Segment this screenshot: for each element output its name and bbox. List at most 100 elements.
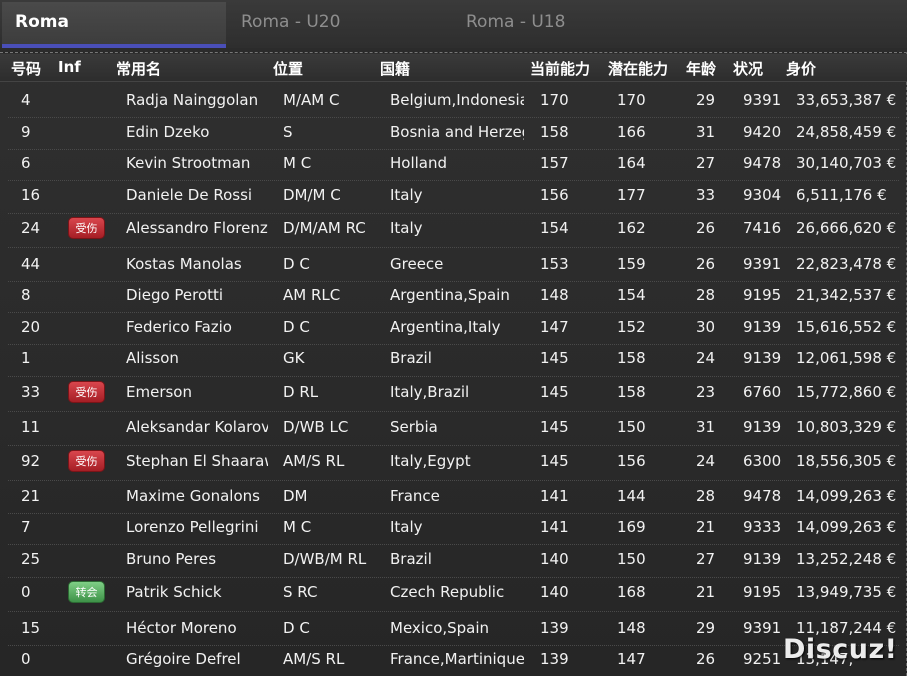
table-row[interactable]: 4 Radja Nainggolan M/AM C Belgium,Indonesia… [0, 91, 907, 115]
player-nationality: Italy [390, 518, 423, 536]
player-number: 21 [21, 487, 41, 505]
player-nationality: Brazil [390, 349, 432, 367]
table-row[interactable]: 24 Alessandro Florenzi D/M/AM RC Italy 154 16… [0, 217, 907, 243]
table-row[interactable]: 21 Maxime Gonalons DM France 141 144 28 9478 14,… [0, 487, 907, 511]
player-position: M C [283, 518, 312, 536]
player-nationality: Serbia [390, 418, 438, 436]
row-divider [8, 149, 899, 150]
column-header-inf[interactable]: Inf [58, 58, 81, 76]
player-nationality: Argentina,Spain [390, 286, 510, 304]
player-age: 33 [696, 186, 716, 204]
player-number: 16 [21, 186, 41, 204]
player-age: 21 [696, 518, 716, 536]
player-age: 23 [696, 383, 716, 401]
player-name: Edin Dzeko [126, 123, 210, 141]
player-number: 15 [21, 619, 41, 637]
column-header-potential-ability[interactable]: 潜在能力 [608, 58, 668, 79]
column-header-position[interactable]: 位置 [273, 58, 303, 79]
player-potential-ability: 150 [617, 550, 646, 568]
table-row[interactable]: 1 Alisson GK Brazil 145 158 24 9139 12,061,598 € [0, 349, 907, 373]
player-age: 21 [696, 583, 716, 601]
row-divider [8, 344, 899, 345]
player-age: 29 [696, 619, 716, 637]
player-position: M/AM C [283, 91, 340, 109]
player-position: AM/S RL [283, 452, 345, 470]
table-row[interactable]: 16 Daniele De Rossi DM/M C Italy 156 177 33 930… [0, 186, 907, 210]
player-age: 28 [696, 286, 716, 304]
table-row[interactable]: 9 Edin Dzeko S Bosnia and Herzeg 158 166 31 942… [0, 123, 907, 147]
player-nationality: Belgium,Indonesia [390, 91, 524, 109]
table-row[interactable]: 8 Diego Perotti AM RLC Argentina,Spain 148 15… [0, 286, 907, 310]
column-header-nationality[interactable]: 国籍 [380, 58, 410, 79]
player-age: 28 [696, 487, 716, 505]
tab-roma-u18[interactable]: Roma - U18 [466, 2, 565, 48]
column-header-age[interactable]: 年龄 [686, 58, 716, 79]
player-position: S RC [283, 583, 318, 601]
column-header-number[interactable]: 号码 [11, 58, 41, 79]
player-value: 14,099,263 € [796, 487, 897, 505]
table-row[interactable]: 25 Bruno Peres D/WB/M RL Brazil 140 150 27 9139… [0, 550, 907, 574]
player-potential-ability: 169 [617, 518, 646, 536]
player-position: DM/M C [283, 186, 341, 204]
injury-badge: 受伤 [68, 217, 105, 239]
player-value: 12,061,598 € [796, 349, 897, 367]
player-position: D C [283, 318, 310, 336]
player-number: 8 [21, 286, 31, 304]
player-condition: 9391 [743, 91, 782, 109]
player-position: M C [283, 154, 312, 172]
table-row[interactable]: 6 Kevin Strootman M C Holland 157 164 27 9478 30… [0, 154, 907, 178]
player-condition: 9478 [743, 487, 782, 505]
player-current-ability: 141 [540, 487, 569, 505]
player-current-ability: 140 [540, 583, 569, 601]
column-header-condition[interactable]: 状况 [733, 58, 763, 79]
player-potential-ability: 158 [617, 383, 646, 401]
player-value: 10,803,329 € [796, 418, 897, 436]
player-number: 7 [21, 518, 31, 536]
player-nationality: France,Martinique [390, 650, 524, 668]
player-condition: 9304 [743, 186, 782, 204]
player-potential-ability: 159 [617, 255, 646, 273]
player-potential-ability: 164 [617, 154, 646, 172]
player-nationality: Brazil [390, 550, 432, 568]
player-value: 6,511,176 € [796, 186, 887, 204]
row-divider [8, 411, 899, 412]
player-value: 18,556,305 € [796, 452, 897, 470]
player-name: Lorenzo Pellegrini [126, 518, 259, 536]
player-value: 21,342,537 € [796, 286, 897, 304]
tab-roma[interactable]: Roma [2, 2, 226, 48]
player-current-ability: 157 [540, 154, 569, 172]
player-number: 11 [21, 418, 41, 436]
table-row[interactable]: 11 Aleksandar Kolarov D/WB LC Serbia 145 150 3… [0, 418, 907, 442]
table-row[interactable]: 15 Héctor Moreno D C Mexico,Spain 139 148 29 93… [0, 619, 907, 643]
column-header-value[interactable]: 身价 [786, 58, 816, 79]
player-nationality: Czech Republic [390, 583, 505, 601]
player-current-ability: 139 [540, 619, 569, 637]
player-number: 24 [21, 219, 41, 237]
player-condition: 9195 [743, 583, 782, 601]
row-divider [8, 281, 899, 282]
player-position: S [283, 123, 293, 141]
player-potential-ability: 144 [617, 487, 646, 505]
player-name: Kostas Manolas [126, 255, 242, 273]
player-number: 6 [21, 154, 31, 172]
player-current-ability: 145 [540, 418, 569, 436]
table-row[interactable]: 92 Stephan El Shaaraw AM/S RL Italy,Egypt 14… [0, 450, 907, 476]
player-potential-ability: 148 [617, 619, 646, 637]
table-row[interactable]: 20 Federico Fazio D C Argentina,Italy 147 152… [0, 318, 907, 342]
table-row[interactable]: 33 Emerson D RL Italy,Brazil 145 158 23 6760 15,… [0, 381, 907, 407]
table-row[interactable]: 0 Grégoire Defrel AM/S RL France,Martinique… [0, 650, 907, 674]
player-condition: 6760 [743, 383, 782, 401]
player-condition: 9139 [743, 318, 782, 336]
player-nationality: Argentina,Italy [390, 318, 501, 336]
table-row[interactable]: 44 Kostas Manolas D C Greece 153 159 26 9391 22,… [0, 255, 907, 279]
tab-roma-u20[interactable]: Roma - U20 [241, 2, 340, 48]
player-position: D RL [283, 383, 319, 401]
table-row[interactable]: 7 Lorenzo Pellegrini M C Italy 141 169 21 9333 1… [0, 518, 907, 542]
column-header-name[interactable]: 常用名 [116, 58, 161, 79]
player-number: 0 [21, 650, 31, 668]
player-condition: 7416 [743, 219, 782, 237]
row-divider [8, 213, 899, 214]
player-number: 33 [21, 383, 41, 401]
column-header-current-ability[interactable]: 当前能力 [530, 58, 590, 79]
table-row[interactable]: 0 Patrik Schick S RC Czech Republic 140 168 21… [0, 581, 907, 607]
